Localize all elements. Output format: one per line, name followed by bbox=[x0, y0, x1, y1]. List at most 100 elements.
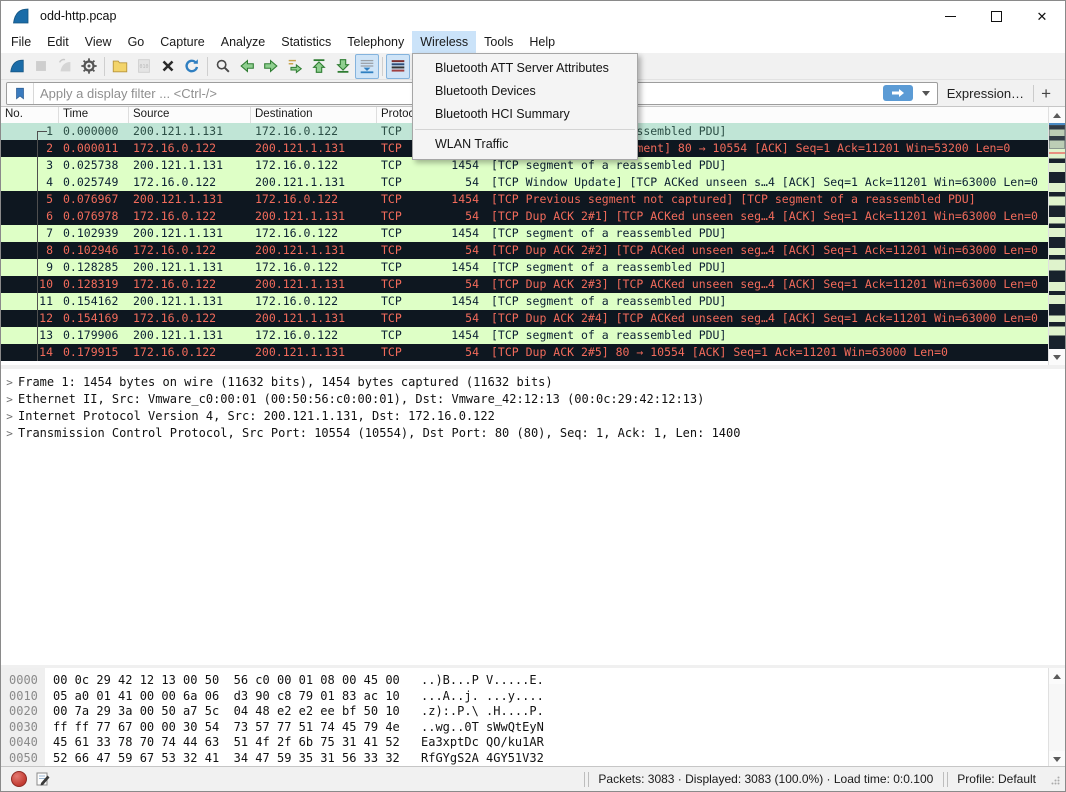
column-header-time[interactable]: Time bbox=[59, 107, 129, 123]
column-header-source[interactable]: Source bbox=[129, 107, 251, 123]
close-button[interactable]: ✕ bbox=[1019, 1, 1065, 31]
expand-chevron-icon[interactable]: > bbox=[1, 425, 18, 442]
cell-protocol: TCP bbox=[377, 225, 431, 242]
scrollbar-thumb[interactable] bbox=[1049, 125, 1065, 149]
open-file-icon[interactable] bbox=[108, 54, 132, 79]
packet-list-scrollbar[interactable] bbox=[1048, 107, 1065, 365]
expand-chevron-icon[interactable]: > bbox=[1, 391, 18, 408]
packet-row-11[interactable]: 110.154162200.121.1.131172.16.0.122TCP14… bbox=[1, 293, 1048, 310]
capture-options-icon[interactable] bbox=[77, 54, 101, 79]
detail-row[interactable]: >Internet Protocol Version 4, Src: 200.1… bbox=[1, 408, 1065, 425]
scroll-up-button[interactable] bbox=[1049, 107, 1065, 123]
hex-row-0030[interactable]: 0030ff ff 77 67 00 00 30 54 73 57 77 51 … bbox=[1, 720, 1048, 736]
reload-file-icon[interactable] bbox=[180, 54, 204, 79]
menu-item-statistics[interactable]: Statistics bbox=[273, 31, 339, 53]
find-packet-icon[interactable] bbox=[211, 54, 235, 79]
start-capture-icon[interactable] bbox=[5, 54, 29, 79]
cell-source: 200.121.1.131 bbox=[129, 123, 251, 140]
menu-item-analyze[interactable]: Analyze bbox=[213, 31, 273, 53]
expand-chevron-icon[interactable]: > bbox=[1, 408, 18, 425]
expression-button[interactable]: Expression… bbox=[938, 86, 1033, 101]
apply-filter-button[interactable] bbox=[883, 85, 913, 101]
minimize-button[interactable] bbox=[927, 1, 973, 31]
hex-offset: 0020 bbox=[1, 704, 45, 720]
cell-time: 0.154169 bbox=[59, 310, 129, 327]
menu-item-wireless[interactable]: Wireless bbox=[412, 31, 476, 53]
packet-row-13[interactable]: 130.179906200.121.1.131172.16.0.122TCP14… bbox=[1, 327, 1048, 344]
expert-info-icon[interactable] bbox=[11, 771, 27, 787]
menu-item-view[interactable]: View bbox=[77, 31, 120, 53]
packet-row-14[interactable]: 140.179915172.16.0.122200.121.1.131TCP54… bbox=[1, 344, 1048, 361]
hex-scrollbar[interactable] bbox=[1048, 668, 1065, 767]
cell-no: 12 bbox=[1, 310, 59, 327]
packet-row-12[interactable]: 120.154169172.16.0.122200.121.1.131TCP54… bbox=[1, 310, 1048, 327]
capture-comment-button[interactable] bbox=[34, 770, 52, 788]
cell-info: [TCP segment of a reassembled PDU] bbox=[483, 293, 726, 310]
menu-item-tools[interactable]: Tools bbox=[476, 31, 521, 53]
menu-item-help[interactable]: Help bbox=[521, 31, 563, 53]
scroll-down-button[interactable] bbox=[1049, 349, 1065, 365]
wireshark-window: odd-http.pcap ✕ FileEditViewGoCaptureAna… bbox=[0, 0, 1066, 792]
profile-label[interactable]: Profile: Default bbox=[949, 772, 1044, 786]
detail-row[interactable]: >Ethernet II, Src: Vmware_c0:00:01 (00:5… bbox=[1, 391, 1065, 408]
cell-time: 0.128319 bbox=[59, 276, 129, 293]
cell-time: 0.000000 bbox=[59, 123, 129, 140]
go-forward-icon[interactable] bbox=[259, 54, 283, 79]
menu-item-file[interactable]: File bbox=[3, 31, 39, 53]
packet-row-6[interactable]: 60.076978172.16.0.122200.121.1.131TCP54[… bbox=[1, 208, 1048, 225]
go-back-icon[interactable] bbox=[235, 54, 259, 79]
detail-row[interactable]: >Frame 1: 1454 bytes on wire (11632 bits… bbox=[1, 374, 1065, 391]
svg-text:010: 010 bbox=[140, 64, 149, 70]
cell-no: 14 bbox=[1, 344, 59, 361]
restart-capture-icon[interactable] bbox=[53, 54, 77, 79]
close-file-icon[interactable] bbox=[156, 54, 180, 79]
cell-destination: 200.121.1.131 bbox=[251, 276, 377, 293]
cell-source: 200.121.1.131 bbox=[129, 225, 251, 242]
wireless-menu-item-bluetooth-att-server-attributes[interactable]: Bluetooth ATT Server Attributes bbox=[413, 57, 637, 80]
packet-row-7[interactable]: 70.102939200.121.1.131172.16.0.122TCP145… bbox=[1, 225, 1048, 242]
go-first-icon[interactable] bbox=[307, 54, 331, 79]
packet-row-8[interactable]: 80.102946172.16.0.122200.121.1.131TCP54[… bbox=[1, 242, 1048, 259]
wireless-menu-item-wlan-traffic[interactable]: WLAN Traffic bbox=[413, 133, 637, 156]
menu-item-go[interactable]: Go bbox=[120, 31, 153, 53]
auto-scroll-icon[interactable] bbox=[355, 54, 379, 79]
hex-scroll-up-button[interactable] bbox=[1049, 668, 1065, 684]
cell-no: 6 bbox=[1, 208, 59, 225]
expand-chevron-icon[interactable]: > bbox=[1, 374, 18, 391]
hex-row-0050[interactable]: 005052 66 47 59 67 53 32 41 34 47 59 35 … bbox=[1, 751, 1048, 767]
packet-row-9[interactable]: 90.128285200.121.1.131172.16.0.122TCP145… bbox=[1, 259, 1048, 276]
menu-separator bbox=[415, 129, 635, 130]
save-file-icon[interactable]: 010 bbox=[132, 54, 156, 79]
wireless-menu-item-bluetooth-devices[interactable]: Bluetooth Devices bbox=[413, 80, 637, 103]
hex-row-0000[interactable]: 000000 0c 29 42 12 13 00 50 56 c0 00 01 … bbox=[1, 673, 1048, 689]
go-to-packet-icon[interactable] bbox=[283, 54, 307, 79]
go-last-icon[interactable] bbox=[331, 54, 355, 79]
wireless-menu-item-bluetooth-hci-summary[interactable]: Bluetooth HCI Summary bbox=[413, 103, 637, 126]
hex-rows: 000000 0c 29 42 12 13 00 50 56 c0 00 01 … bbox=[1, 673, 1048, 766]
hex-row-0040[interactable]: 004045 61 33 78 70 74 44 63 51 4f 2f 6b … bbox=[1, 735, 1048, 751]
packet-minimap[interactable] bbox=[1049, 125, 1065, 349]
cell-no: 9 bbox=[1, 259, 59, 276]
menu-item-telephony[interactable]: Telephony bbox=[339, 31, 412, 53]
packet-row-10[interactable]: 100.128319172.16.0.122200.121.1.131TCP54… bbox=[1, 276, 1048, 293]
packet-row-5[interactable]: 50.076967200.121.1.131172.16.0.122TCP145… bbox=[1, 191, 1048, 208]
colorize-packets-icon[interactable] bbox=[386, 54, 410, 79]
packet-row-4[interactable]: 40.025749172.16.0.122200.121.1.131TCP54[… bbox=[1, 174, 1048, 191]
hex-row-0020[interactable]: 002000 7a 29 3a 00 50 a7 5c 04 48 e2 e2 … bbox=[1, 704, 1048, 720]
column-header-destination[interactable]: Destination bbox=[251, 107, 377, 123]
add-filter-button[interactable]: + bbox=[1034, 85, 1060, 102]
cell-time: 0.128285 bbox=[59, 259, 129, 276]
menu-item-capture[interactable]: Capture bbox=[152, 31, 212, 53]
filter-bookmark-button[interactable] bbox=[7, 83, 34, 104]
filter-dropdown-caret[interactable] bbox=[918, 85, 934, 101]
cell-protocol: TCP bbox=[377, 259, 431, 276]
maximize-button[interactable] bbox=[973, 1, 1019, 31]
hex-row-0010[interactable]: 001005 a0 01 41 00 00 6a 06 d3 90 c8 79 … bbox=[1, 689, 1048, 705]
hex-scroll-down-button[interactable] bbox=[1049, 751, 1065, 767]
detail-row[interactable]: >Transmission Control Protocol, Src Port… bbox=[1, 425, 1065, 442]
stop-capture-icon[interactable] bbox=[29, 54, 53, 79]
resize-grip[interactable] bbox=[1048, 773, 1061, 786]
cell-source: 200.121.1.131 bbox=[129, 327, 251, 344]
menu-item-edit[interactable]: Edit bbox=[39, 31, 77, 53]
column-header-no[interactable]: No. bbox=[1, 107, 59, 123]
